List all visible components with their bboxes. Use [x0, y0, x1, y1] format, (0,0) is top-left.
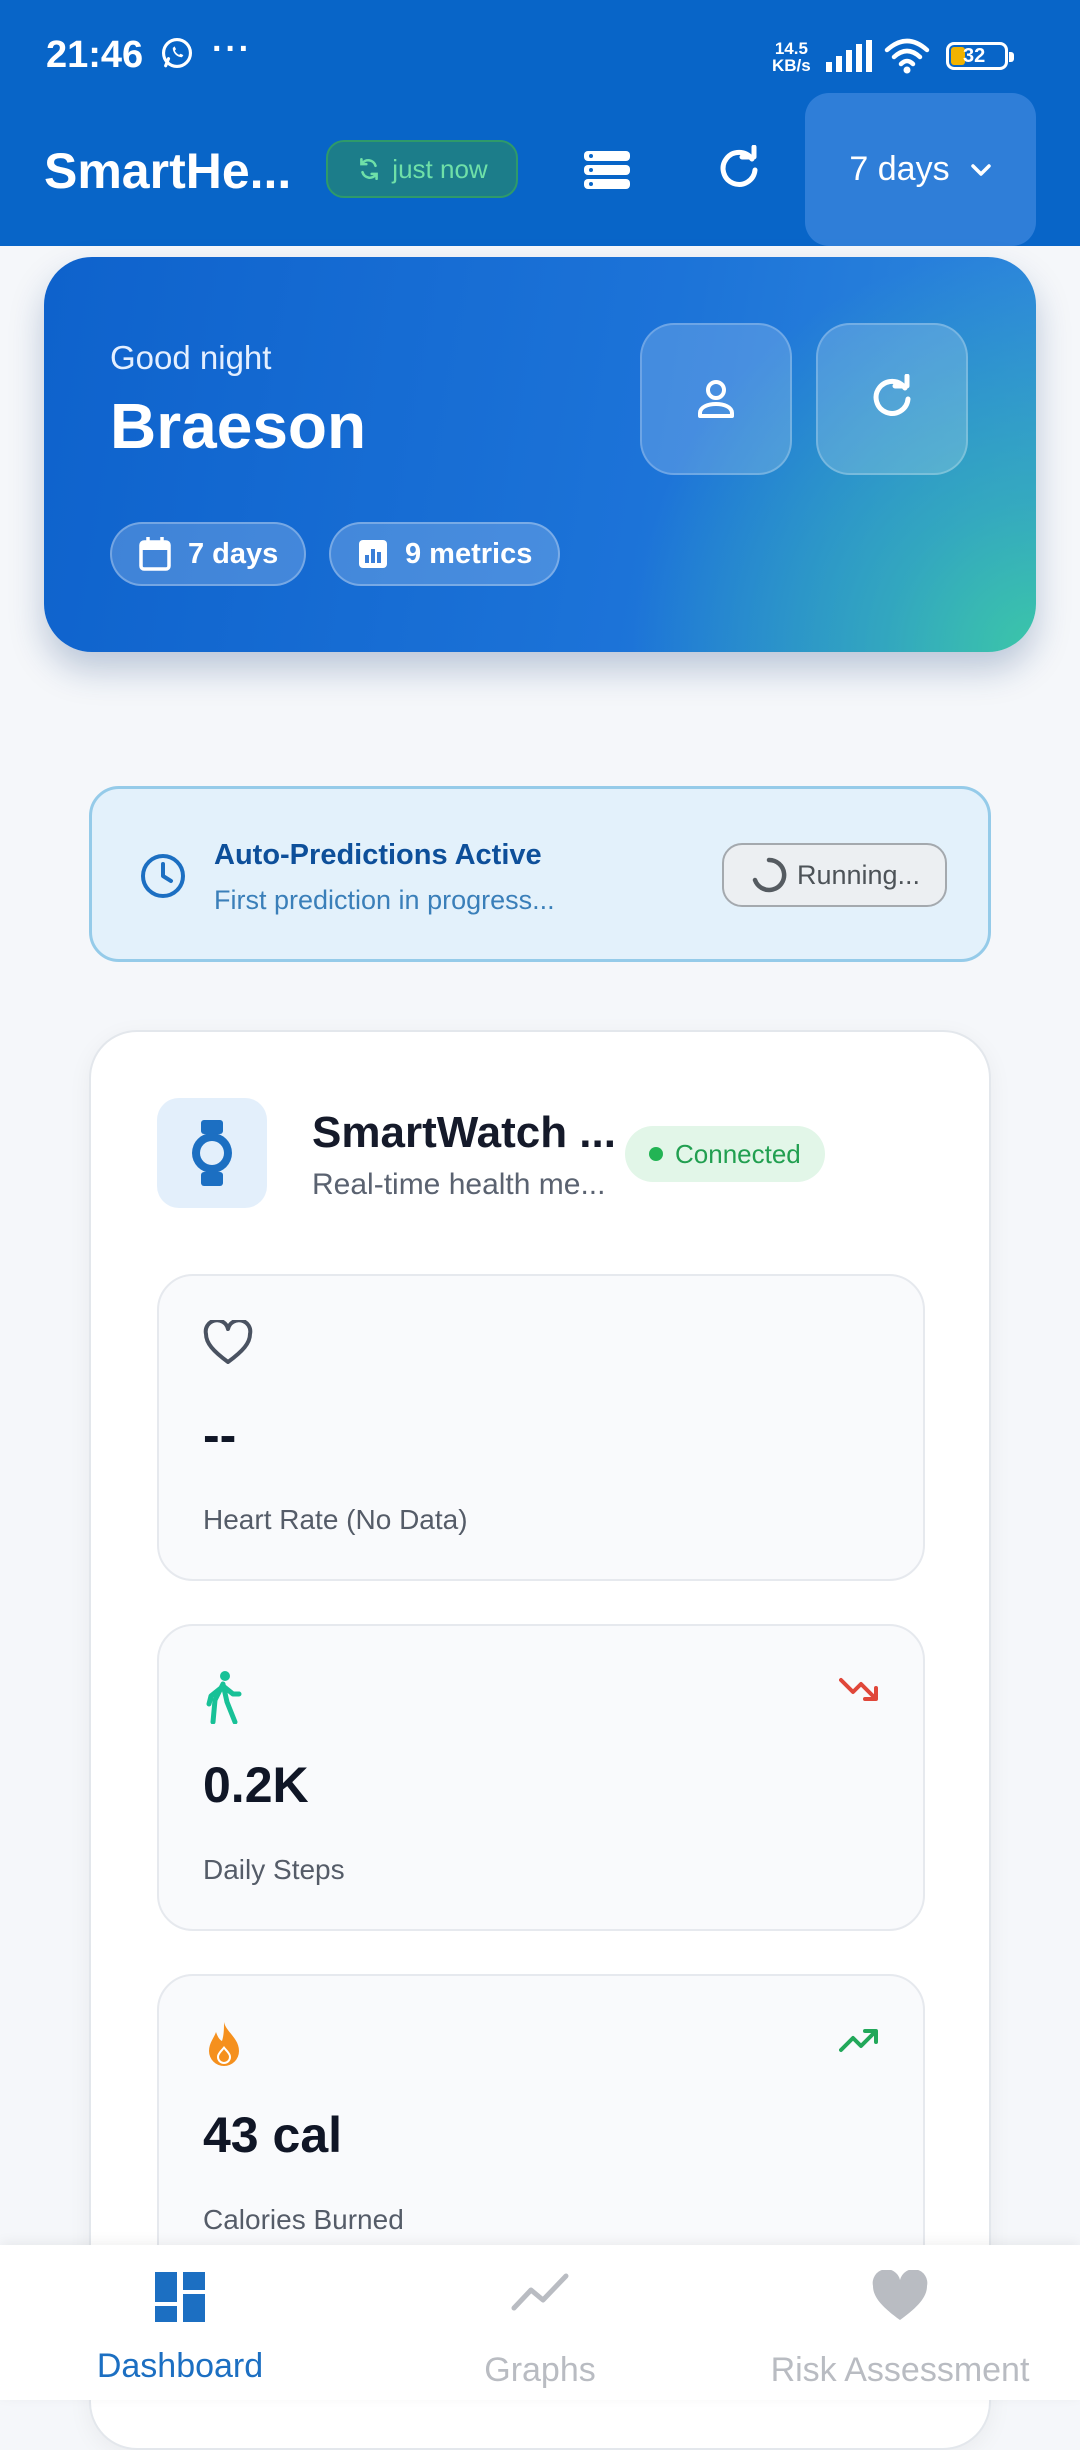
greeting-text: Good night: [110, 339, 272, 376]
refresh-icon[interactable]: [714, 145, 764, 195]
trending-up-icon: [839, 2029, 878, 2052]
dashboard-icon: [155, 2272, 205, 2322]
bar-chart-icon: [359, 540, 387, 568]
bottom-navigation: Dashboard Graphs Risk Assessment: [0, 2245, 1080, 2400]
running-button[interactable]: Running...: [722, 843, 947, 907]
metrics-chip-label: 9 metrics: [405, 537, 533, 570]
heart-icon: [872, 2270, 928, 2320]
person-icon: [698, 380, 734, 418]
network-speed-value: 14.5: [774, 39, 808, 58]
connection-status-label: Connected: [675, 1138, 801, 1169]
metric-label: Daily Steps: [203, 1854, 345, 1885]
status-dot: [649, 1147, 663, 1161]
running-button-label: Running...: [796, 859, 921, 890]
calendar-icon: [139, 537, 171, 571]
graph-icon: [511, 2273, 569, 2311]
metric-card-steps[interactable]: 0.2K Daily Steps: [157, 1624, 925, 1931]
connection-status-badge: Connected: [625, 1126, 825, 1182]
metric-card-calories[interactable]: 43 cal Calories Burned: [157, 1974, 925, 2281]
trending-down-icon: [839, 1678, 878, 1701]
wifi-icon: [884, 38, 930, 74]
days-chip: 7 days: [110, 522, 307, 586]
predictions-subtitle: First prediction in progress...: [214, 885, 555, 915]
metrics-chip: 9 metrics: [329, 522, 561, 586]
nav-label-dashboard: Dashboard: [96, 2347, 264, 2385]
nav-label-graphs: Graphs: [484, 2351, 596, 2389]
signal-icon: [826, 40, 872, 72]
device-title: SmartWatch ...: [312, 1108, 616, 1157]
nav-item-dashboard[interactable]: Dashboard: [0, 2245, 360, 2400]
battery-icon: 32: [946, 42, 1014, 70]
predictions-title: Auto-Predictions Active: [214, 839, 542, 871]
refresh-icon: [873, 374, 911, 416]
watch-icon: [192, 1120, 232, 1186]
battery-level: 32: [963, 45, 986, 67]
sync-status-pill[interactable]: just now: [326, 140, 518, 198]
network-speed: 14.5 KB/s: [772, 40, 811, 74]
smartwatch-card: SmartWatch ... Real-time health me... Co…: [89, 1030, 991, 2450]
device-subtitle: Real-time health me...: [312, 1168, 606, 1201]
nav-label-risk-assessment: Risk Assessment: [770, 2351, 1030, 2389]
user-name: Braeson: [110, 390, 367, 462]
more-notifications-icon: ···: [212, 30, 252, 68]
status-time: 21:46: [46, 34, 144, 76]
auto-predictions-banner: Auto-Predictions Active First prediction…: [89, 786, 991, 962]
app-bar: SmartHe... just now 7 days: [0, 93, 1080, 246]
walking-icon: [206, 1671, 242, 1724]
metric-label: Calories Burned: [203, 2204, 404, 2235]
metric-value: --: [203, 1407, 237, 1463]
range-dropdown[interactable]: 7 days: [805, 93, 1036, 246]
heart-outline-icon: [203, 1320, 253, 1364]
sync-label: just now: [392, 153, 488, 184]
whatsapp-icon: [161, 37, 193, 69]
nav-item-graphs[interactable]: Graphs: [360, 2245, 720, 2400]
storage-menu-icon[interactable]: [582, 145, 632, 195]
metric-label: Heart Rate (No Data): [203, 1504, 468, 1535]
metric-card-heart-rate[interactable]: -- Heart Rate (No Data): [157, 1274, 925, 1581]
welcome-card: Good night Braeson 7 days 9 metrics: [44, 257, 1036, 652]
app-title: SmartHe...: [44, 143, 292, 199]
days-chip-label: 7 days: [188, 537, 279, 570]
smartwatch-icon-box: [157, 1098, 267, 1208]
metric-value: 43 cal: [203, 2107, 343, 2163]
sync-icon: [360, 157, 379, 181]
flame-icon: [209, 2022, 239, 2066]
network-speed-unit: KB/s: [772, 56, 811, 75]
spinner-icon: [752, 857, 787, 893]
nav-item-risk-assessment[interactable]: Risk Assessment: [720, 2245, 1080, 2400]
profile-button[interactable]: [640, 323, 792, 475]
range-dropdown-value: 7 days: [849, 150, 950, 188]
metric-value: 0.2K: [203, 1757, 309, 1813]
chevron-down-icon: [970, 163, 991, 176]
clock-icon: [141, 854, 185, 898]
hero-refresh-button[interactable]: [816, 323, 968, 475]
